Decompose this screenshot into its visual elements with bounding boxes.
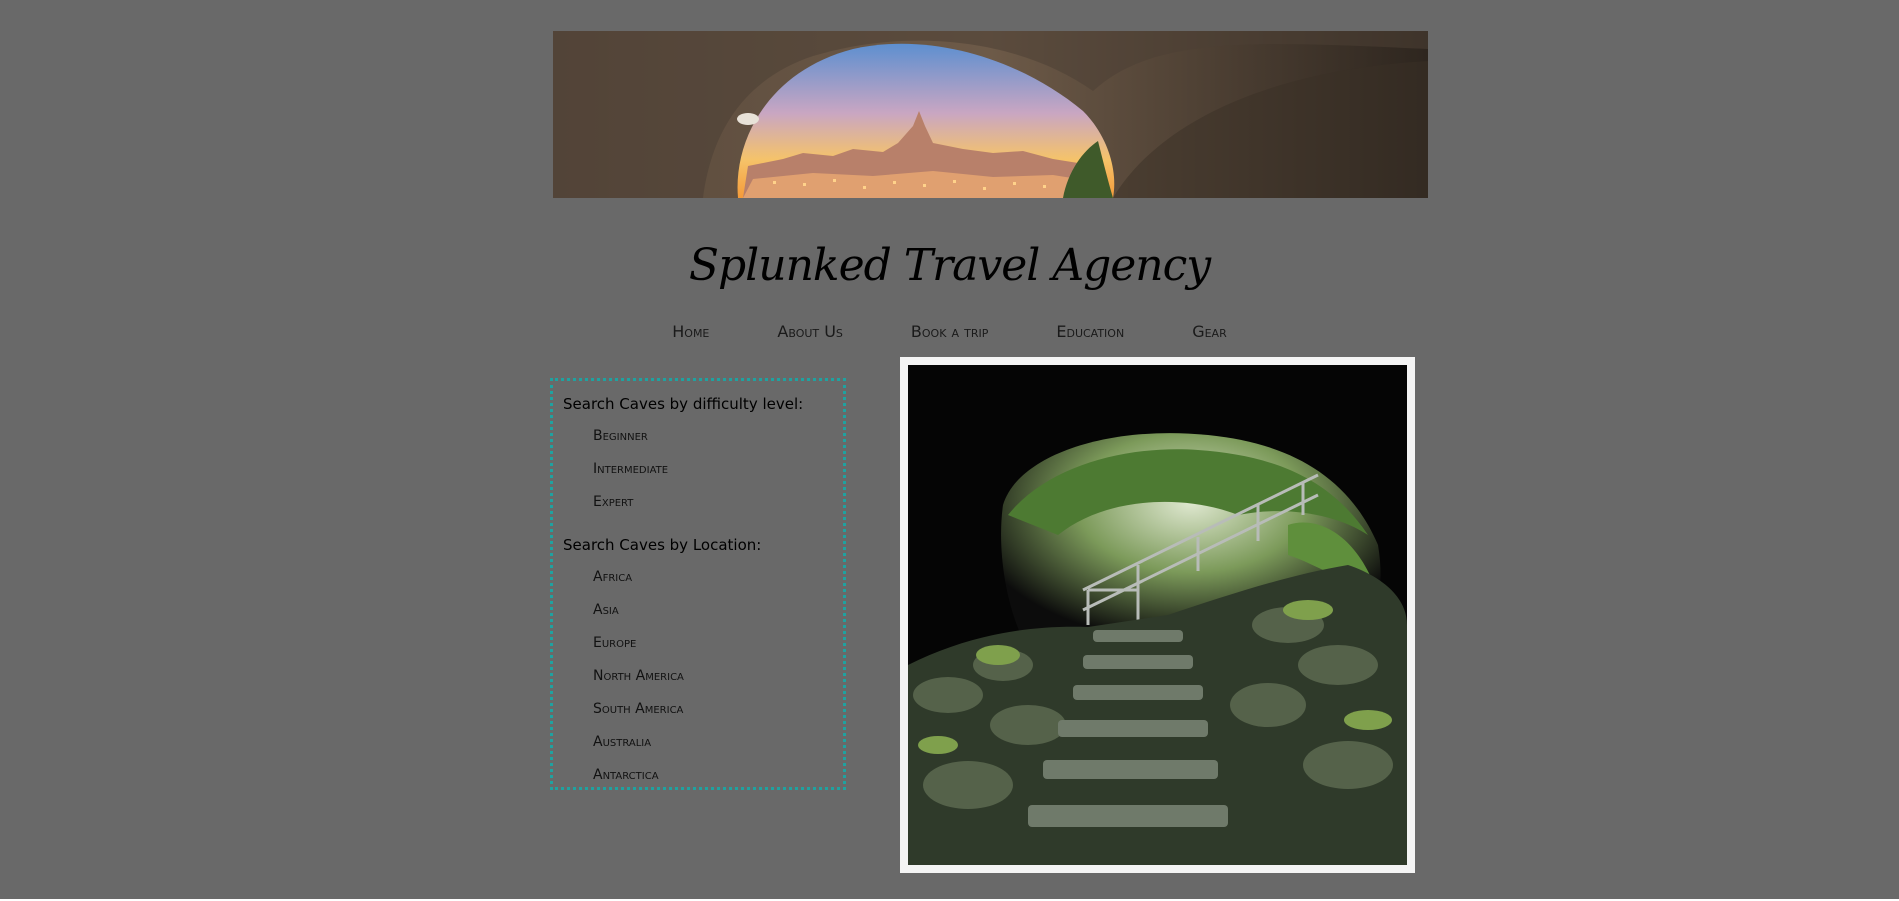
list-item: Asia — [593, 599, 833, 632]
cave-search-sidebar: Search Caves by difficulty level: Beginn… — [550, 378, 846, 790]
location-link-europe[interactable]: Europe — [593, 635, 636, 651]
location-link-africa[interactable]: Africa — [593, 569, 632, 585]
list-item: Europe — [593, 632, 833, 665]
difficulty-link-intermediate[interactable]: Intermediate — [593, 461, 668, 477]
nav-about-us[interactable]: About Us — [777, 322, 843, 341]
difficulty-link-expert[interactable]: Expert — [593, 494, 633, 510]
nav-book-a-trip[interactable]: Book a trip — [911, 322, 988, 341]
site-title: Splunked Travel Agency — [688, 240, 1211, 291]
location-link-australia[interactable]: Australia — [593, 734, 651, 750]
location-link-antarctica[interactable]: Antarctica — [593, 767, 659, 783]
list-item: Antarctica — [593, 764, 833, 797]
list-item: Africa — [593, 566, 833, 599]
location-list: Africa Asia Europe North America South A… — [563, 566, 833, 797]
list-item: Beginner — [593, 425, 833, 458]
main-nav: Home About Us Book a trip Education Gear — [0, 322, 1899, 341]
difficulty-link-beginner[interactable]: Beginner — [593, 428, 648, 444]
nav-home[interactable]: Home — [672, 322, 709, 341]
list-item: South America — [593, 698, 833, 731]
list-item: Expert — [593, 491, 833, 524]
location-link-asia[interactable]: Asia — [593, 602, 619, 618]
list-item: Australia — [593, 731, 833, 764]
difficulty-list: Beginner Intermediate Expert — [563, 425, 833, 524]
location-heading: Search Caves by Location: — [563, 536, 762, 554]
list-item: Intermediate — [593, 458, 833, 491]
nav-gear[interactable]: Gear — [1192, 322, 1227, 341]
feature-photo-frame — [900, 357, 1415, 873]
header-banner-image — [553, 31, 1428, 198]
cave-stairs-photo — [908, 365, 1407, 865]
difficulty-heading: Search Caves by difficulty level: — [563, 395, 804, 413]
location-link-south-america[interactable]: South America — [593, 701, 683, 717]
location-link-north-america[interactable]: North America — [593, 668, 684, 684]
list-item: North America — [593, 665, 833, 698]
nav-education[interactable]: Education — [1056, 322, 1124, 341]
